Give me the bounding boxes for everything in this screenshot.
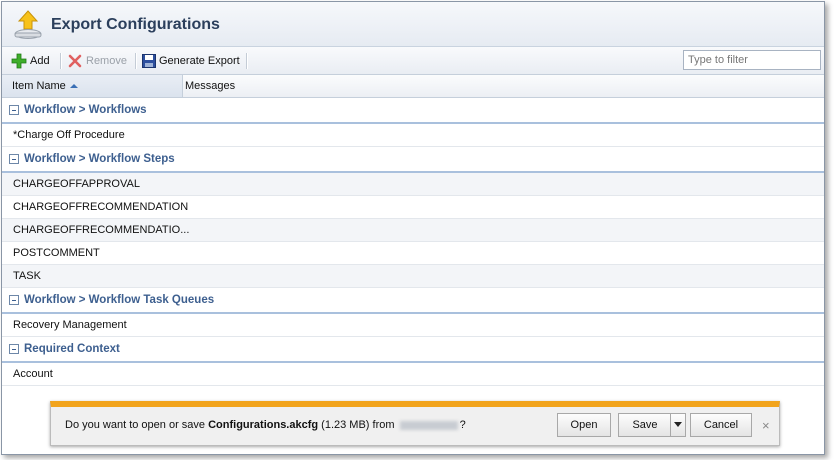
remove-button[interactable]: Remove — [67, 52, 127, 70]
group-label: Required Context — [24, 343, 120, 355]
cancel-button[interactable]: Cancel — [690, 413, 752, 437]
add-button[interactable]: Add — [11, 52, 50, 70]
list-item[interactable]: POSTCOMMENT — [2, 242, 824, 265]
group-label: Workflow > Workflow Task Queues — [24, 294, 215, 306]
list-item[interactable]: CHARGEOFFRECOMMENDATION — [2, 196, 824, 219]
column-item-name-label: Item Name — [12, 80, 66, 92]
toolbar-divider — [246, 53, 248, 69]
group-required-context[interactable]: Required Context — [2, 337, 824, 363]
download-message: Do you want to open or save Configuratio… — [65, 419, 466, 431]
list-item[interactable]: CHARGEOFFRECOMMENDATIO... — [2, 219, 824, 242]
list-item[interactable]: Account — [2, 363, 824, 386]
close-icon[interactable]: × — [762, 418, 770, 433]
download-filename: Configurations.akcfg — [208, 419, 319, 431]
green-plus-icon — [11, 53, 27, 69]
download-prefix: Do you want to open or save — [65, 419, 209, 431]
list-item[interactable]: TASK — [2, 265, 824, 288]
column-item-name[interactable]: Item Name — [2, 75, 183, 97]
list-item[interactable]: Recovery Management — [2, 314, 824, 337]
group-workflow-steps[interactable]: Workflow > Workflow Steps — [2, 147, 824, 173]
page-title: Export Configurations — [51, 16, 220, 33]
generate-export-label: Generate Export — [159, 55, 240, 67]
column-header-row: Item Name Messages — [2, 75, 824, 98]
redacted-host — [399, 420, 458, 430]
add-button-label: Add — [30, 55, 50, 67]
toolbar-divider — [135, 53, 137, 69]
title-bar: Export Configurations — [2, 2, 824, 47]
open-button[interactable]: Open — [557, 413, 611, 437]
toolbar-divider — [60, 53, 62, 69]
download-suffix: ? — [459, 419, 466, 431]
export-configurations-window: Export Configurations Add Remove Generat… — [1, 1, 825, 455]
floppy-disk-icon — [142, 54, 156, 68]
generate-export-button[interactable]: Generate Export — [142, 52, 240, 70]
list-item[interactable]: *Charge Off Procedure — [2, 124, 824, 147]
filter-input[interactable] — [683, 50, 821, 70]
sort-ascending-icon — [69, 84, 78, 89]
save-options-dropdown[interactable] — [670, 413, 686, 437]
chevron-down-icon — [674, 422, 682, 428]
column-messages[interactable]: Messages — [185, 75, 385, 97]
remove-button-label: Remove — [86, 55, 127, 67]
collapse-icon[interactable] — [9, 295, 19, 305]
collapse-icon[interactable] — [9, 154, 19, 164]
download-size: (1.23 MB) from — [318, 419, 398, 431]
list-item[interactable]: CHARGEOFFAPPROVAL — [2, 173, 824, 196]
group-label: Workflow > Workflows — [24, 104, 147, 116]
group-workflow-task-queues[interactable]: Workflow > Workflow Task Queues — [2, 288, 824, 314]
collapse-icon[interactable] — [9, 344, 19, 354]
export-upload-icon — [14, 10, 42, 39]
download-notification-bar: Do you want to open or save Configuratio… — [50, 401, 780, 446]
collapse-icon[interactable] — [9, 105, 19, 115]
column-messages-label: Messages — [185, 80, 236, 92]
group-label: Workflow > Workflow Steps — [24, 153, 175, 165]
group-workflows[interactable]: Workflow > Workflows — [2, 98, 824, 124]
item-list: Workflow > Workflows *Charge Off Procedu… — [2, 98, 824, 386]
save-button[interactable]: Save — [618, 413, 672, 437]
red-x-icon — [68, 54, 82, 68]
